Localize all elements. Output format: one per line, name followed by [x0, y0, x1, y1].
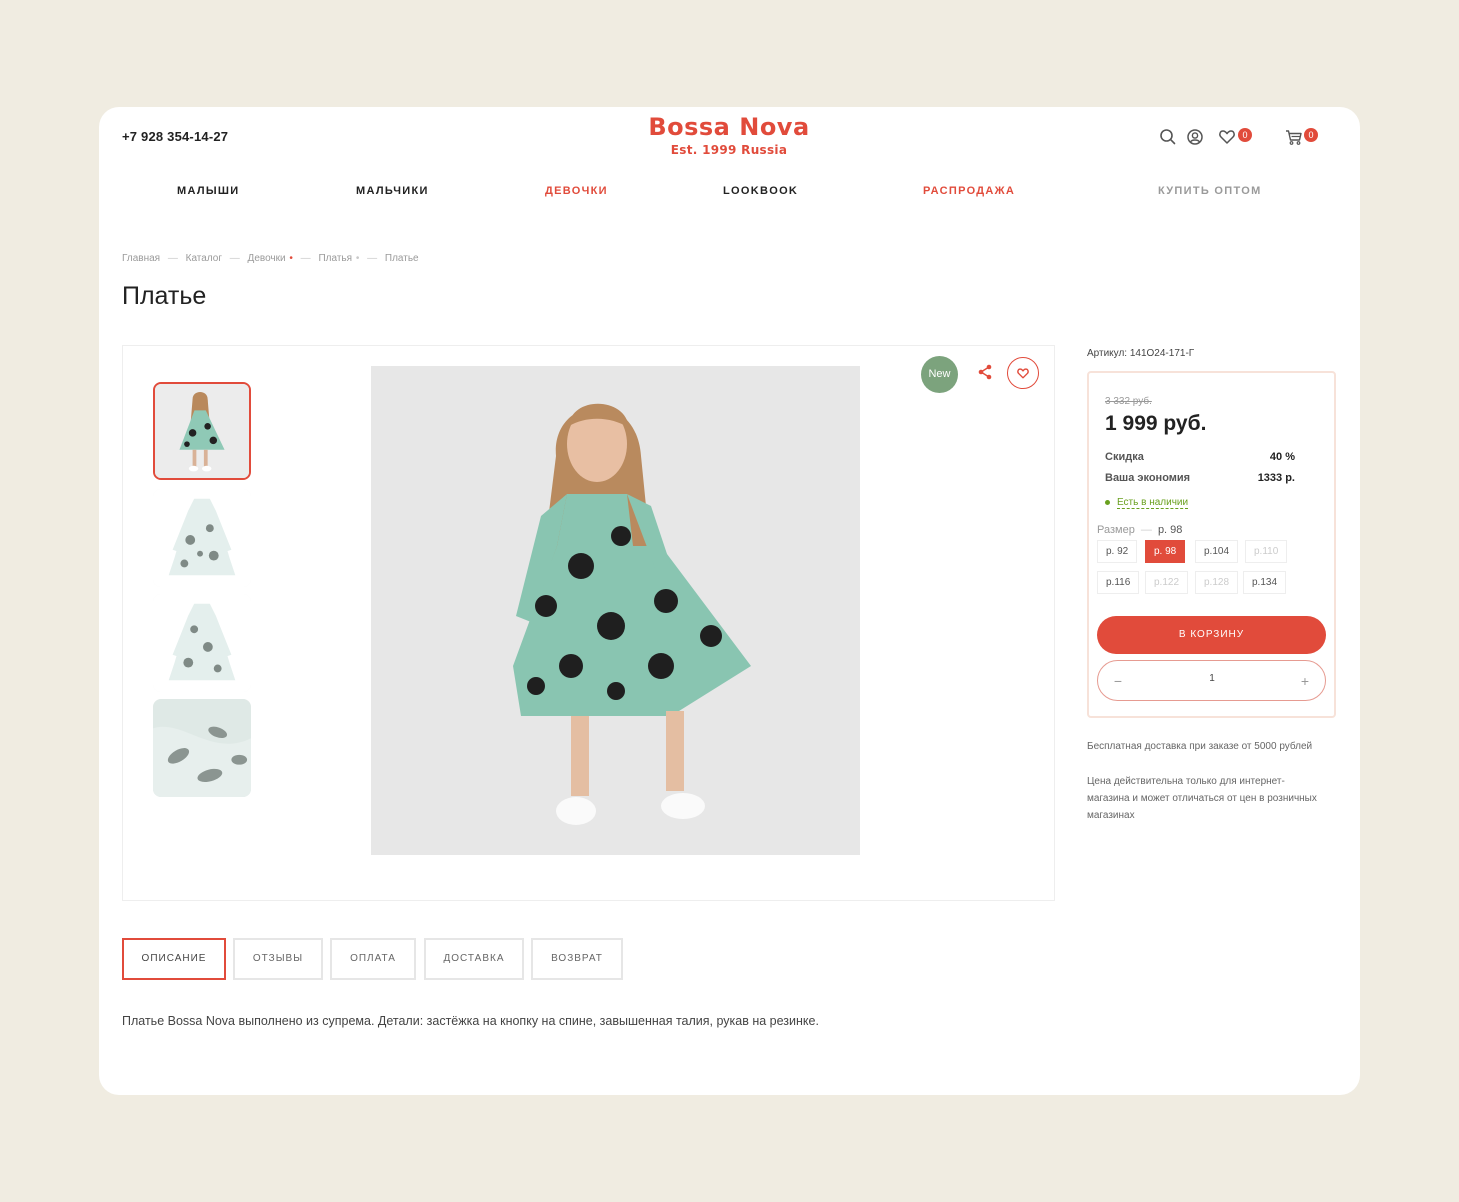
breadcrumb-home[interactable]: Главная: [122, 253, 160, 264]
breadcrumb-dropdown-dot: •: [289, 253, 293, 264]
size-option-92[interactable]: р. 92: [1097, 540, 1138, 563]
breadcrumb: Главная — Каталог — Девочки • — Платья •…: [122, 253, 424, 264]
size-option-110[interactable]: р.110: [1245, 540, 1288, 563]
wishlist-icon[interactable]: [1217, 127, 1237, 147]
thumbnail-4[interactable]: [153, 699, 251, 797]
cart-icon[interactable]: [1284, 127, 1304, 147]
tab-delivery[interactable]: ДОСТАВКА: [424, 938, 524, 980]
discount-label: Скидка: [1105, 451, 1144, 463]
main-nav: МАЛЫШИ МАЛЬЧИКИ ДЕВОЧКИ LOOKBOOK РАСПРОД…: [99, 185, 1360, 201]
old-price: 3 332 руб.: [1105, 396, 1152, 407]
nav-item-sale[interactable]: РАСПРОДАЖА: [923, 185, 1015, 197]
breadcrumb-current: Платье: [384, 253, 419, 264]
nav-item-wholesale[interactable]: КУПИТЬ ОПТОМ: [1158, 185, 1262, 197]
size-option-134[interactable]: р.134: [1243, 571, 1287, 594]
stock-label: Есть в наличии: [1117, 497, 1189, 509]
size-option-104[interactable]: р.104: [1195, 540, 1239, 563]
quantity-decrease-button[interactable]: −: [1108, 671, 1128, 691]
breadcrumb-separator: —: [167, 253, 178, 264]
breadcrumb-separator: —: [300, 253, 311, 264]
thumbnail-2[interactable]: [153, 489, 251, 587]
nav-item-lookbook[interactable]: LOOKBOOK: [723, 185, 798, 197]
stock-dot-icon: [1105, 499, 1110, 505]
quantity-value[interactable]: 1: [1198, 673, 1226, 684]
saving-value: 1333 р.: [1257, 472, 1295, 484]
nav-item-girls[interactable]: ДЕВОЧКИ: [545, 185, 608, 197]
size-separator: —: [1140, 524, 1152, 536]
breadcrumb-dresses[interactable]: Платья: [318, 253, 352, 264]
tab-payment[interactable]: ОПЛАТА: [330, 938, 416, 980]
size-option-116[interactable]: р.116: [1097, 571, 1140, 594]
main-product-photo[interactable]: [371, 366, 860, 855]
tab-reviews[interactable]: ОТЗЫВЫ: [233, 938, 323, 980]
product-description: Платье Bossa Nova выполнено из супрема. …: [122, 1014, 819, 1028]
logo[interactable]: Bossa Nova Est. 1999 Russia: [644, 111, 814, 157]
add-to-cart-button[interactable]: В КОРЗИНУ: [1097, 616, 1326, 654]
new-badge: New: [921, 356, 958, 393]
breadcrumb-separator: —: [367, 253, 378, 264]
size-option-122[interactable]: р.122: [1145, 571, 1189, 594]
thumbnail-1[interactable]: [153, 382, 251, 480]
tab-description[interactable]: ОПИСАНИЕ: [122, 938, 226, 980]
current-price: 1 999 руб.: [1105, 412, 1207, 435]
breadcrumb-dropdown-dot: •: [355, 253, 360, 264]
product-gallery: New: [122, 345, 1055, 901]
account-icon[interactable]: [1185, 127, 1205, 147]
nav-item-boys[interactable]: МАЛЬЧИКИ: [356, 185, 429, 197]
page-background: +7 928 354-14-27 Bossa Nova Est. 1999 Ru…: [0, 0, 1459, 1202]
wishlist-count-badge: 0: [1238, 128, 1252, 142]
quantity-increase-button[interactable]: +: [1295, 671, 1315, 691]
price-panel: 3 332 руб. 1 999 руб. Скидка 40 % Ваша э…: [1087, 371, 1336, 718]
saving-label: Ваша экономия: [1105, 472, 1191, 484]
logo-tagline: Est. 1999 Russia: [670, 143, 788, 157]
phone-number[interactable]: +7 928 354-14-27: [122, 129, 228, 144]
thumbnail-3[interactable]: [153, 594, 251, 692]
size-current: р. 98: [1157, 524, 1183, 536]
page-title: Платье: [122, 282, 207, 310]
delivery-note: Бесплатная доставка при заказе от 5000 р…: [1087, 741, 1313, 752]
logo-name: Bossa Nova: [648, 113, 810, 141]
size-option-128[interactable]: р.128: [1195, 571, 1239, 594]
search-icon[interactable]: [1158, 127, 1178, 147]
heart-icon: [1017, 368, 1029, 379]
price-note: Цена действительна только для интернет-м…: [1087, 776, 1317, 821]
stock-status: Есть в наличии: [1105, 497, 1189, 509]
size-caption: Размер: [1097, 524, 1135, 536]
share-icon[interactable]: [976, 363, 994, 381]
cart-count-badge: 0: [1304, 128, 1318, 142]
breadcrumb-separator: —: [229, 253, 240, 264]
tab-return[interactable]: ВОЗВРАТ: [531, 938, 623, 980]
product-sku: Артикул: 141О24-171-Г: [1087, 348, 1195, 359]
size-option-98[interactable]: р. 98: [1145, 540, 1186, 563]
size-label: Размер — р. 98: [1097, 524, 1182, 536]
discount-value: 40 %: [1269, 451, 1295, 463]
breadcrumb-catalog[interactable]: Каталог: [186, 253, 222, 264]
add-to-favorites-button[interactable]: [1007, 357, 1039, 389]
breadcrumb-girls[interactable]: Девочки: [248, 253, 286, 264]
quantity-stepper: − 1 +: [1097, 660, 1326, 701]
nav-item-babies[interactable]: МАЛЫШИ: [177, 185, 240, 197]
product-page-card: +7 928 354-14-27 Bossa Nova Est. 1999 Ru…: [99, 107, 1360, 1095]
